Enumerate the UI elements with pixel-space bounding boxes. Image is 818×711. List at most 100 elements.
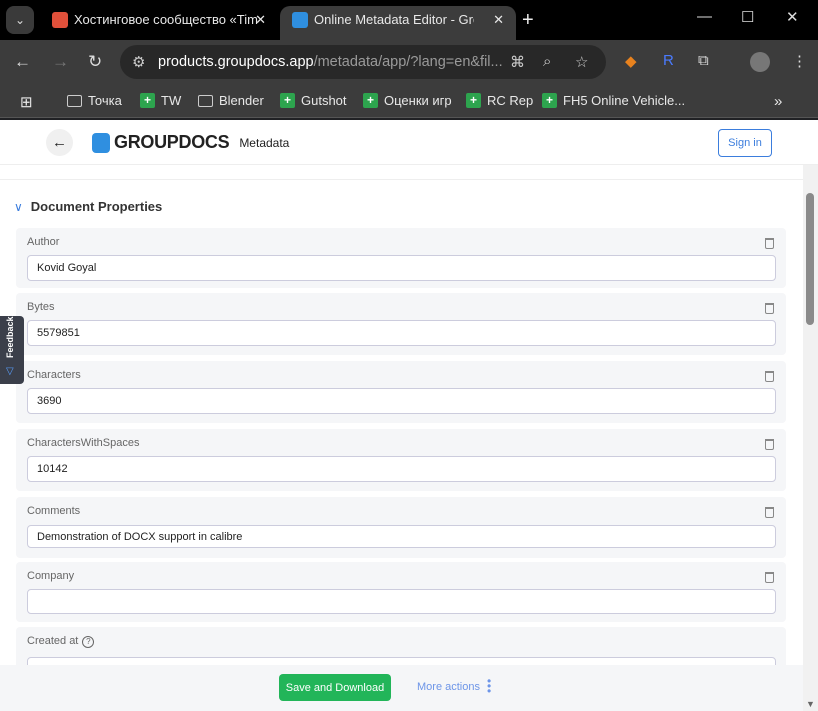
site-favicon-icon xyxy=(52,12,68,28)
menu-icon[interactable]: ⋮ xyxy=(792,52,807,70)
bookmark-icon: + xyxy=(280,93,295,108)
bookmark[interactable]: + FH5 Online Vehicle... xyxy=(542,93,685,108)
brand-name: GROUPDOCS xyxy=(114,132,230,152)
help-icon[interactable]: ? xyxy=(82,636,95,648)
field-label: Company xyxy=(27,570,75,582)
scrollbar-thumb[interactable] xyxy=(806,193,814,325)
tab-title: Online Metadata Editor - GroupDocs xyxy=(314,12,474,27)
bookmark[interactable]: + Оценки игр xyxy=(363,93,452,108)
groupdocs-logo[interactable]: GROUPDOCS Metadata xyxy=(92,132,289,153)
tab-strip: ⌄ Хостинговое сообщество «Tim ✕ Online M… xyxy=(0,0,818,40)
folder-icon xyxy=(198,94,213,107)
bookmark[interactable]: + TW xyxy=(140,93,181,108)
trash-icon[interactable] xyxy=(765,238,774,249)
metamask-icon[interactable]: ◆ xyxy=(625,52,637,70)
groupdocs-favicon-icon xyxy=(292,12,308,28)
field-label: CharactersWithSpaces xyxy=(27,437,140,449)
filter-icon: ▽ xyxy=(6,366,14,377)
address-bar[interactable]: ⚙ products.groupdocs.app/metadata/app/?l… xyxy=(120,45,606,79)
extension-r-icon[interactable]: R xyxy=(663,52,674,69)
close-tab-icon[interactable]: ✕ xyxy=(255,6,266,34)
back-button[interactable]: ← xyxy=(46,129,73,156)
url-text[interactable]: products.groupdocs.app/metadata/app/?lan… xyxy=(158,54,503,70)
close-window-button[interactable]: ✕ xyxy=(786,8,799,26)
field-label: Characters xyxy=(27,369,81,381)
feedback-label: Feedback xyxy=(5,316,15,358)
property-characters-with-spaces: CharactersWithSpaces xyxy=(16,429,786,491)
property-characters: Characters xyxy=(16,361,786,423)
close-tab-icon[interactable]: ✕ xyxy=(493,6,504,34)
tab-title: Хостинговое сообщество «Tim xyxy=(74,12,258,27)
field-label: Created at? xyxy=(27,635,95,648)
bytes-input[interactable] xyxy=(27,320,776,346)
bookmark-label: Blender xyxy=(219,93,264,108)
bookmark[interactable]: + Gutshot xyxy=(280,93,347,108)
bookmarks-bar: ⊞ Точка + TW Blender + Gutshot + Оценки игр… xyxy=(0,84,818,118)
extensions-icon[interactable]: ⧉ xyxy=(698,52,709,69)
forward-icon[interactable]: → xyxy=(52,52,69,72)
web-page: ← GROUPDOCS Metadata Sign in ∨ Document … xyxy=(0,120,818,711)
comments-input[interactable] xyxy=(27,525,776,548)
minimize-button[interactable]: — xyxy=(697,8,712,25)
scroll-down-icon[interactable]: ▼ xyxy=(806,699,815,709)
property-comments: Comments xyxy=(16,497,786,558)
bookmark-icon: + xyxy=(363,93,378,108)
zoom-icon[interactable]: ⌕ xyxy=(543,53,551,70)
bookmark-label: Точка xyxy=(88,93,122,108)
tab-hosting[interactable]: Хостинговое сообщество «Tim ✕ xyxy=(40,6,278,40)
browser-toolbar: ← → ↻ ⚙ products.groupdocs.app/metadata/… xyxy=(0,40,818,84)
back-icon[interactable]: ← xyxy=(14,52,31,72)
divider xyxy=(0,179,803,180)
save-and-download-button[interactable]: Save and Download xyxy=(279,674,391,701)
site-info-icon[interactable]: ⚙ xyxy=(132,53,145,71)
section-header[interactable]: ∨ Document Properties xyxy=(14,199,162,214)
trash-icon[interactable] xyxy=(765,439,774,450)
new-tab-button[interactable]: + xyxy=(522,6,534,34)
bookmark-star-icon[interactable]: ☆ xyxy=(575,53,588,71)
reload-icon[interactable]: ↻ xyxy=(88,52,102,72)
trash-icon[interactable] xyxy=(765,507,774,518)
bookmark-label: Gutshot xyxy=(301,93,347,108)
trash-icon[interactable] xyxy=(765,572,774,583)
bookmark-icon: + xyxy=(140,93,155,108)
field-label: Comments xyxy=(27,505,81,517)
bookmark-label: Оценки игр xyxy=(384,93,452,108)
more-actions-button[interactable]: More actions xyxy=(417,681,480,693)
section-title: Document Properties xyxy=(30,199,163,214)
characters-input[interactable] xyxy=(27,388,776,414)
maximize-button[interactable]: ☐ xyxy=(741,8,754,26)
chevron-down-icon[interactable]: ∨ xyxy=(14,200,23,214)
feedback-tab[interactable]: Feedback ▽ xyxy=(0,316,24,384)
more-bookmarks-icon[interactable]: » xyxy=(774,93,782,110)
action-bar: Save and Download More actions • • • xyxy=(0,665,803,711)
folder-icon xyxy=(67,94,82,107)
more-vertical-icon[interactable]: • • • xyxy=(487,675,491,697)
company-input[interactable] xyxy=(27,589,776,614)
bookmark-label: FH5 Online Vehicle... xyxy=(563,93,686,108)
site-header: ← GROUPDOCS Metadata Sign in xyxy=(0,120,818,165)
tab-search-button[interactable]: ⌄ xyxy=(6,6,34,34)
tab-metadata-editor[interactable]: Online Metadata Editor - GroupDocs ✕ xyxy=(280,6,516,40)
trash-icon[interactable] xyxy=(765,371,774,382)
groupdocs-logo-icon xyxy=(92,132,110,153)
property-bytes: Bytes xyxy=(16,293,786,355)
bookmark-icon: + xyxy=(466,93,481,108)
property-author: Author xyxy=(16,228,786,288)
characters-with-spaces-input[interactable] xyxy=(27,456,776,482)
sign-in-button[interactable]: Sign in xyxy=(718,129,772,157)
bookmark[interactable]: + RC Rep xyxy=(466,93,533,108)
author-input[interactable] xyxy=(27,255,776,281)
field-label: Author xyxy=(27,236,60,248)
bookmark-icon: + xyxy=(542,93,557,108)
bookmark-folder[interactable]: Точка xyxy=(67,93,122,108)
field-label: Bytes xyxy=(27,301,55,313)
bookmark-folder[interactable]: Blender xyxy=(198,93,264,108)
product-name: Metadata xyxy=(239,135,290,150)
translate-icon[interactable]: ⌘ xyxy=(510,53,525,71)
bookmark-label: RC Rep xyxy=(487,93,534,108)
trash-icon[interactable] xyxy=(765,303,774,314)
apps-icon[interactable]: ⊞ xyxy=(20,93,33,111)
bookmark-label: TW xyxy=(161,93,182,108)
profile-avatar[interactable] xyxy=(750,52,770,72)
scrollbar[interactable]: ▼ xyxy=(803,165,818,711)
